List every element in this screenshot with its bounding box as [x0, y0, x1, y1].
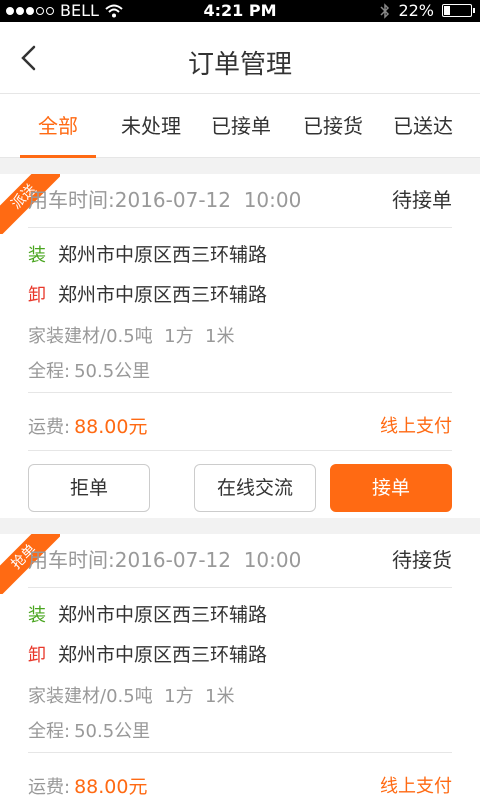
load-tag: 装 — [28, 245, 46, 266]
tab-all[interactable]: 全部 — [20, 94, 96, 158]
load-tag: 装 — [28, 605, 46, 626]
fee-row: 运费: 88.00元 — [28, 412, 147, 439]
order-status: 待接单 — [392, 188, 452, 212]
order-card[interactable]: 派送 用车时间:2016-07-12 10:00 待接单 装郑州市中原区西三环辅… — [0, 174, 480, 518]
distance-label: 全程: — [28, 721, 71, 742]
battery-level — [444, 6, 451, 15]
fee-value: 88.00元 — [74, 776, 148, 798]
nav-bar: 订单管理 — [0, 22, 480, 94]
pickup-time-label: 用车时间: — [28, 548, 115, 572]
load-address: 郑州市中原区西三环辅路 — [58, 604, 268, 626]
battery-icon — [442, 4, 475, 17]
goods-info: 家装建材/0.5吨 1方 1米 — [28, 326, 235, 347]
pickup-time-label: 用车时间: — [28, 188, 115, 212]
fee-value: 88.00元 — [74, 416, 148, 438]
pickup-time-value: 2016-07-12 10:00 — [114, 548, 302, 572]
distance-value: 50.5公里 — [74, 361, 151, 382]
tab-unprocessed[interactable]: 未处理 — [110, 94, 192, 158]
unload-address-row: 卸郑州市中原区西三环辅路 — [28, 640, 267, 667]
chat-button[interactable]: 在线交流 — [194, 464, 316, 512]
divider — [28, 587, 452, 588]
fee-label: 运费: — [28, 417, 71, 438]
accept-button[interactable]: 接单 — [330, 464, 452, 512]
divider — [28, 227, 452, 228]
order-status: 待接货 — [392, 548, 452, 572]
status-right: 22% — [380, 1, 475, 20]
unload-tag: 卸 — [28, 285, 46, 306]
divider — [28, 450, 452, 451]
status-bar: BELL 4:21 PM 22% — [0, 0, 480, 22]
goods-info: 家装建材/0.5吨 1方 1米 — [28, 686, 235, 707]
order-card[interactable]: 抢单 用车时间:2016-07-12 10:00 待接货 装郑州市中原区西三环辅… — [0, 534, 480, 800]
divider — [28, 392, 452, 393]
payment-method: 线上支付 — [380, 776, 452, 797]
pickup-time: 用车时间:2016-07-12 10:00 — [28, 534, 301, 586]
distance-value: 50.5公里 — [74, 721, 151, 742]
payment-method: 线上支付 — [380, 416, 452, 437]
pickup-time-value: 2016-07-12 10:00 — [114, 188, 302, 212]
tab-bar: 全部 未处理 已接单 已接货 已送达 — [0, 94, 480, 158]
tab-accepted[interactable]: 已接单 — [202, 94, 280, 158]
fee-label: 运费: — [28, 777, 71, 798]
unload-address: 郑州市中原区西三环辅路 — [58, 284, 268, 306]
distance-label: 全程: — [28, 361, 71, 382]
battery-percent: 22% — [398, 1, 434, 20]
divider — [28, 752, 452, 753]
load-address-row: 装郑州市中原区西三环辅路 — [28, 240, 267, 267]
pickup-time: 用车时间:2016-07-12 10:00 — [28, 174, 301, 226]
tab-delivered[interactable]: 已送达 — [384, 94, 462, 158]
distance-row: 全程: 50.5公里 — [28, 357, 150, 383]
unload-address-row: 卸郑州市中原区西三环辅路 — [28, 280, 267, 307]
distance-row: 全程: 50.5公里 — [28, 717, 150, 743]
load-address: 郑州市中原区西三环辅路 — [58, 244, 268, 266]
unload-tag: 卸 — [28, 645, 46, 666]
bluetooth-icon — [380, 2, 390, 19]
fee-row: 运费: 88.00元 — [28, 772, 147, 799]
tab-picked-up[interactable]: 已接货 — [294, 94, 372, 158]
unload-address: 郑州市中原区西三环辅路 — [58, 644, 268, 666]
page-title: 订单管理 — [187, 50, 292, 80]
load-address-row: 装郑州市中原区西三环辅路 — [28, 600, 267, 627]
reject-button[interactable]: 拒单 — [28, 464, 150, 512]
